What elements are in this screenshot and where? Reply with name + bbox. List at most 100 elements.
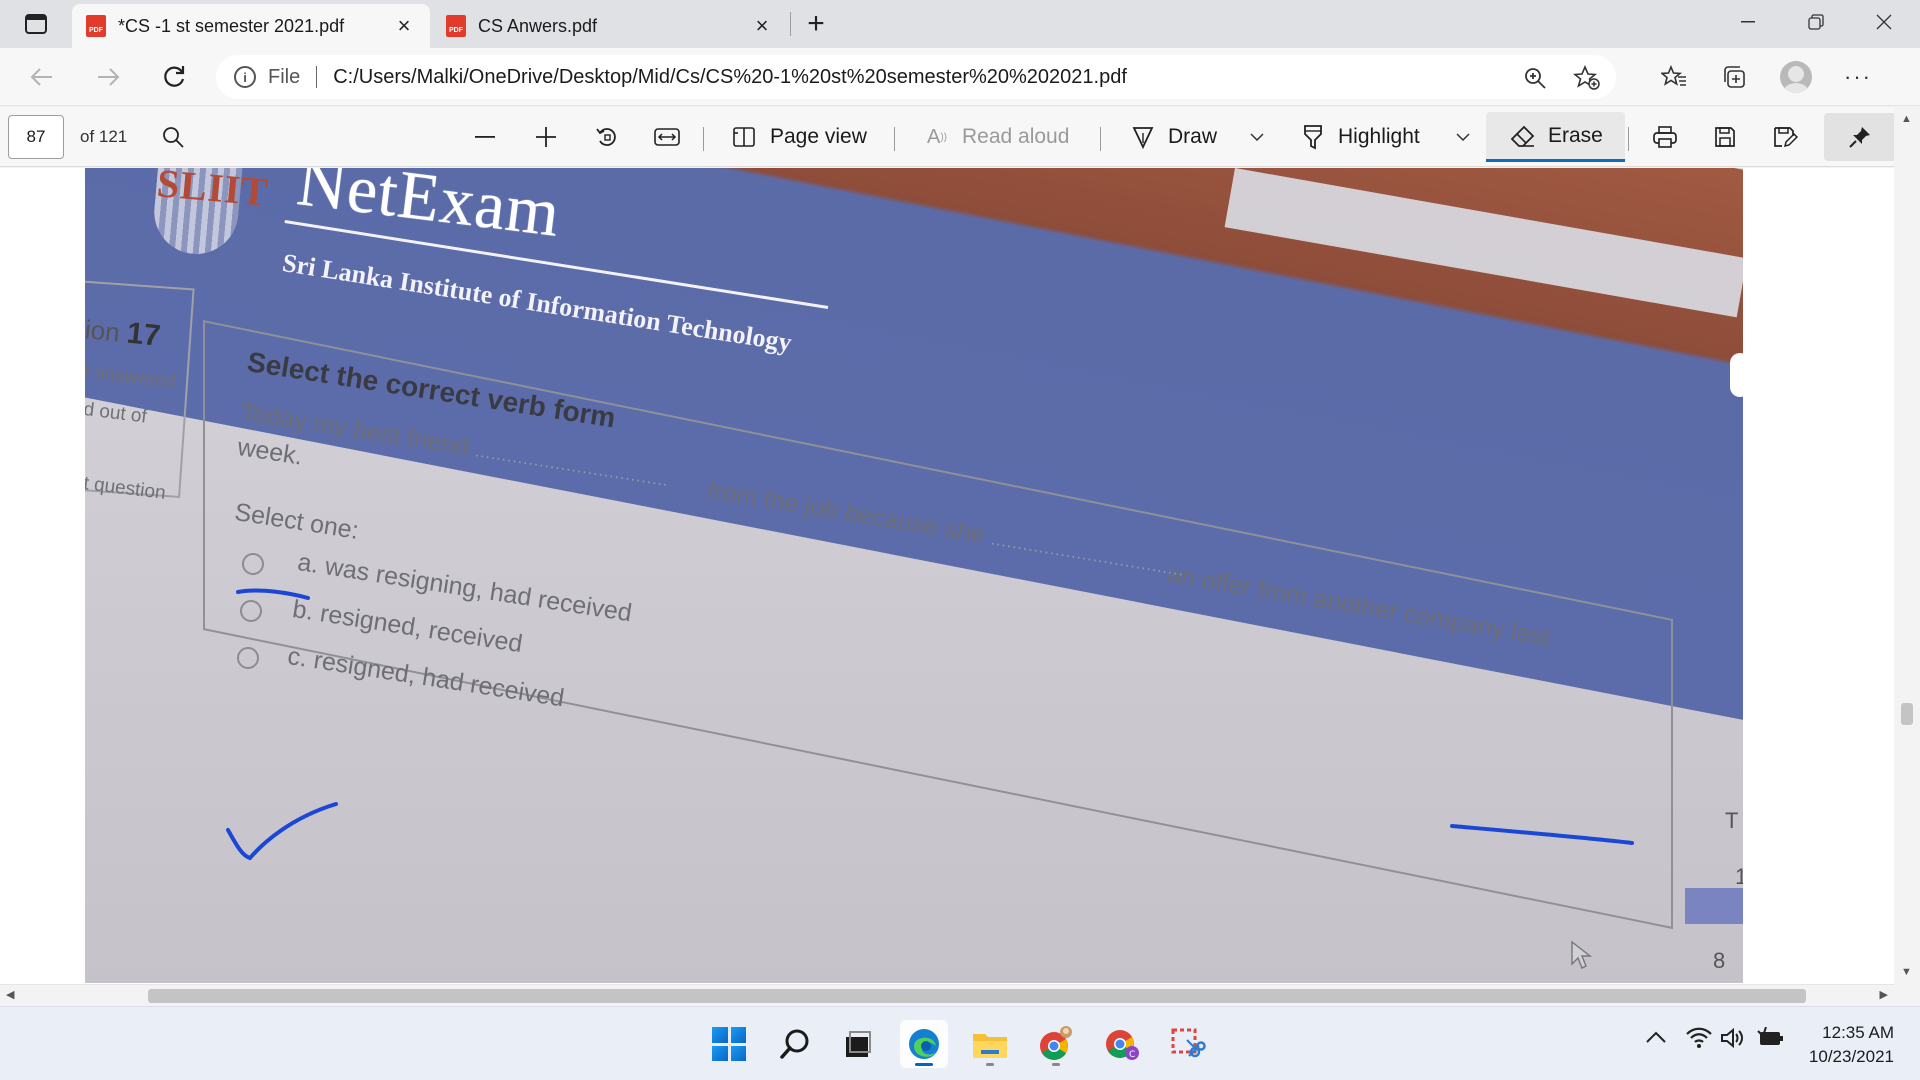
clock-time: 12:35 AM — [1822, 1023, 1894, 1042]
search-button[interactable] — [771, 1020, 819, 1068]
pin-icon — [1849, 127, 1870, 148]
highlight-label: Highlight — [1338, 125, 1420, 148]
erase-label: Erase — [1548, 123, 1603, 147]
tab-separator — [790, 12, 791, 36]
system-clock[interactable]: 12:35 AM 10/23/2021 — [1809, 1021, 1894, 1069]
horizontal-scroll-thumb[interactable] — [148, 989, 1806, 1003]
read-aloud-label: Read aloud — [962, 125, 1070, 148]
draw-label: Draw — [1168, 125, 1218, 148]
tab-title: CS Anwers.pdf — [478, 15, 598, 36]
file-explorer-button[interactable] — [966, 1020, 1014, 1068]
horizontal-scrollbar[interactable]: ◀ ▶ — [0, 984, 1894, 1006]
svg-text:C: C — [1129, 1050, 1135, 1060]
fit-width-button[interactable] — [652, 117, 682, 157]
close-window-button[interactable] — [1850, 0, 1918, 44]
plus-icon — [531, 122, 561, 152]
read-aloud-button[interactable]: A)) Read aloud — [922, 117, 1069, 157]
minimize-button[interactable] — [1714, 0, 1782, 44]
page-view-button[interactable]: Page view — [730, 117, 867, 157]
zoom-in-button[interactable] — [531, 117, 561, 157]
pdf-viewport[interactable]: SLIIT NetExam Sri Lanka Institute of Inf… — [0, 168, 1920, 984]
toolbar-separator — [894, 127, 895, 151]
option-b-radio — [240, 600, 262, 622]
favorites-icon[interactable] — [1654, 57, 1694, 97]
taskbar: C 12:35 AM 10/23/2021 — [0, 1006, 1920, 1080]
add-favorite-icon[interactable] — [1570, 61, 1604, 95]
back-button[interactable] — [24, 59, 60, 95]
highlight-options-button[interactable] — [1448, 117, 1478, 157]
battery-icon[interactable] — [1756, 1026, 1784, 1055]
url-text[interactable]: C:/Users/Malki/OneDrive/Desktop/Mid/Cs/C… — [333, 66, 1127, 89]
highlight-button[interactable]: Highlight — [1298, 117, 1420, 157]
start-button[interactable] — [705, 1020, 753, 1068]
fit-width-icon — [652, 122, 682, 152]
chrome-profile-icon: C — [1106, 1030, 1139, 1060]
page-number-input[interactable]: 87 — [8, 115, 64, 159]
draw-icon — [1128, 122, 1158, 152]
snipping-tool-button[interactable] — [1164, 1020, 1212, 1068]
tab-strip: PDF *CS -1 st semester 2021.pdf × PDF CS… — [0, 0, 1920, 48]
minus-icon — [470, 122, 500, 152]
chevron-down-icon — [1448, 122, 1478, 152]
navigation-block — [1685, 888, 1743, 924]
scroll-left-icon[interactable]: ◀ — [6, 988, 14, 1001]
vertical-scroll-thumb[interactable] — [1901, 703, 1913, 725]
mouse-cursor-icon — [1570, 940, 1593, 976]
pin-toolbar-button[interactable] — [1824, 113, 1896, 161]
pdf-icon: PDF — [446, 15, 466, 37]
find-button[interactable] — [158, 117, 188, 157]
highlighter-icon — [1298, 122, 1328, 152]
page-total: of 121 — [80, 127, 128, 146]
forward-button[interactable] — [90, 59, 126, 95]
show-hidden-icons[interactable] — [1645, 1027, 1667, 1050]
save-button[interactable] — [1710, 117, 1740, 157]
scroll-up-icon[interactable]: ▲ — [1901, 113, 1912, 125]
new-tab-button[interactable]: + — [800, 7, 832, 40]
scroll-right-icon[interactable]: ▶ — [1880, 988, 1888, 1001]
vertical-scrollbar[interactable]: ▲ ▼ — [1894, 107, 1920, 984]
save-as-button[interactable] — [1770, 117, 1800, 157]
edge-taskbar-button[interactable] — [900, 1020, 948, 1068]
wifi-icon[interactable] — [1686, 1027, 1712, 1055]
rotate-button[interactable] — [592, 117, 622, 157]
zoom-out-button[interactable] — [470, 117, 500, 157]
search-icon — [780, 1029, 809, 1059]
volume-icon[interactable] — [1720, 1027, 1746, 1055]
chrome-button[interactable] — [1032, 1020, 1080, 1068]
restore-button[interactable] — [1782, 0, 1850, 44]
clock-date: 10/23/2021 — [1808, 1047, 1894, 1066]
profile-avatar[interactable] — [1776, 57, 1816, 97]
chrome-icon — [1040, 1026, 1072, 1060]
edge-text-2: 1 — [1735, 864, 1743, 889]
collections-icon[interactable] — [1714, 57, 1754, 97]
draw-button[interactable]: Draw — [1128, 117, 1217, 157]
zoom-icon[interactable] — [1518, 61, 1552, 95]
address-input[interactable]: i File C:/Users/Malki/OneDrive/Desktop/M… — [216, 55, 1616, 99]
refresh-button[interactable] — [156, 59, 192, 95]
tab-cs-semester[interactable]: PDF *CS -1 st semester 2021.pdf × — [72, 4, 430, 48]
snipping-tool-icon — [1171, 1028, 1206, 1058]
info-icon[interactable]: i — [234, 66, 256, 88]
start-icon — [712, 1027, 746, 1061]
erase-button[interactable]: Erase — [1486, 112, 1625, 162]
close-icon[interactable]: × — [392, 13, 416, 38]
running-indicator — [986, 1063, 994, 1066]
edge-text-1: T — [1725, 808, 1739, 833]
pdf-page-photo: SLIIT NetExam Sri Lanka Institute of Inf… — [85, 168, 1743, 983]
more-options-icon[interactable]: ··· — [1838, 57, 1878, 97]
draw-options-button[interactable] — [1242, 117, 1272, 157]
pdf-icon: PDF — [86, 15, 106, 37]
task-view-icon — [846, 1031, 871, 1057]
close-icon[interactable]: × — [750, 13, 774, 38]
chrome-profile-button[interactable]: C — [1098, 1020, 1146, 1068]
active-indicator — [915, 1063, 933, 1066]
tab-cs-answers[interactable]: PDF CS Anwers.pdf × — [432, 4, 788, 48]
address-bar: i File C:/Users/Malki/OneDrive/Desktop/M… — [0, 48, 1920, 106]
tab-title: *CS -1 st semester 2021.pdf — [118, 15, 345, 36]
print-button[interactable] — [1650, 117, 1680, 157]
running-indicator — [1052, 1063, 1060, 1066]
tab-actions-icon[interactable] — [14, 10, 58, 38]
scroll-down-icon[interactable]: ▼ — [1901, 966, 1912, 978]
option-a-radio — [242, 553, 264, 575]
task-view-button[interactable] — [834, 1020, 882, 1068]
